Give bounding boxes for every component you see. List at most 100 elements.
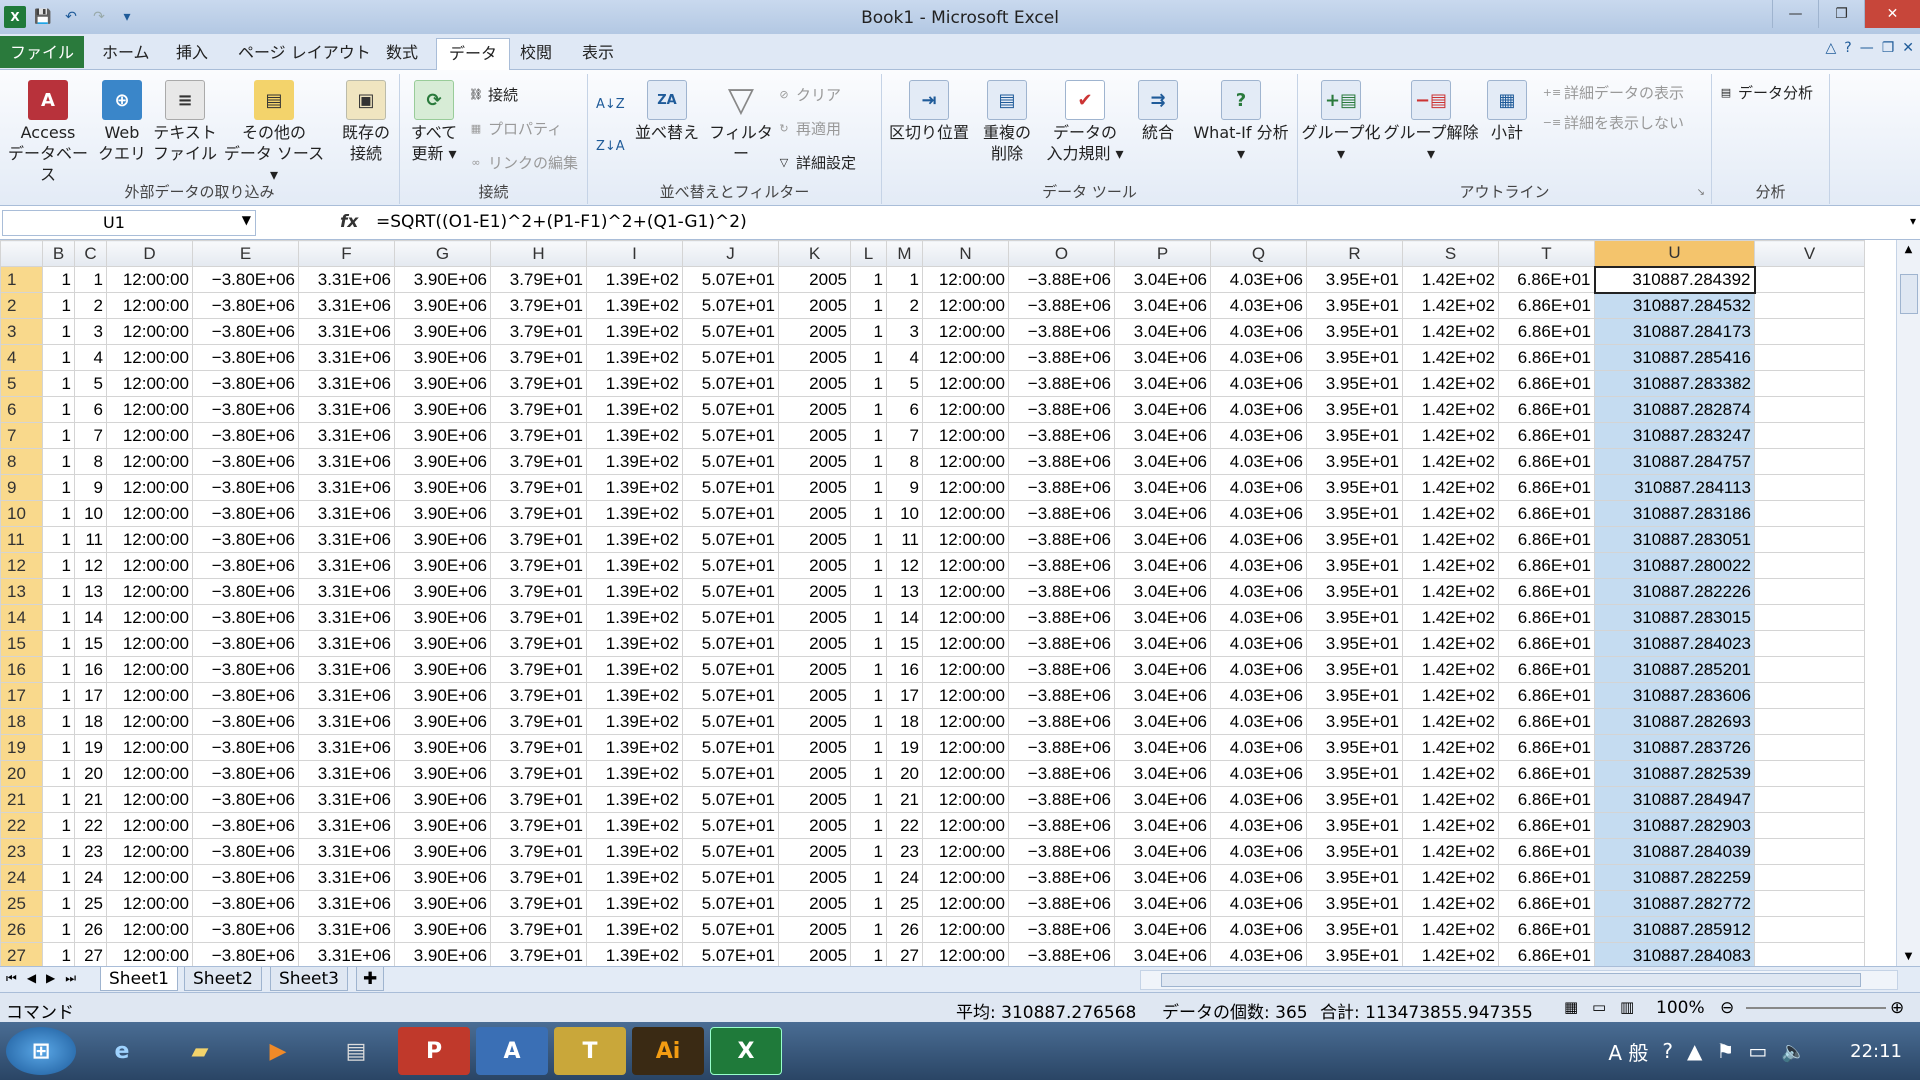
cell[interactable]: 3.04E+06: [1114, 838, 1211, 865]
sort-asc-button[interactable]: A↓Z: [596, 92, 625, 116]
cell[interactable]: −3.88E+06: [1008, 864, 1115, 891]
cell[interactable]: 1: [850, 864, 887, 891]
cell[interactable]: 1: [42, 916, 75, 943]
cell[interactable]: 20: [886, 760, 923, 787]
cell[interactable]: 12:00:00: [922, 422, 1009, 449]
cell[interactable]: −3.80E+06: [192, 552, 299, 579]
cell[interactable]: 3.95E+01: [1306, 942, 1403, 966]
cell[interactable]: 1: [42, 266, 75, 293]
cell[interactable]: 310887.284023: [1594, 630, 1755, 657]
cell[interactable]: [1754, 708, 1865, 735]
cell[interactable]: 12:00:00: [922, 708, 1009, 735]
cell[interactable]: 3.90E+06: [394, 370, 491, 397]
cell[interactable]: [1754, 500, 1865, 527]
tab-page-layout[interactable]: ページ レイアウト: [226, 38, 383, 70]
cell[interactable]: 310887.282772: [1594, 890, 1755, 917]
cell[interactable]: 2005: [778, 916, 851, 943]
data-validation-button[interactable]: ✔ データの 入力規則 ▾: [1040, 76, 1130, 164]
cell[interactable]: 15: [74, 630, 107, 657]
cell[interactable]: 310887.284532: [1594, 292, 1755, 319]
cell[interactable]: 1.39E+02: [586, 760, 683, 787]
start-button[interactable]: ⊞: [6, 1027, 76, 1075]
cell[interactable]: 310887.283606: [1594, 682, 1755, 709]
cell[interactable]: 1.42E+02: [1402, 370, 1499, 397]
cell[interactable]: 1.42E+02: [1402, 318, 1499, 345]
cell[interactable]: 12: [74, 552, 107, 579]
cell[interactable]: 3.95E+01: [1306, 864, 1403, 891]
cell[interactable]: 11: [886, 526, 923, 553]
cell[interactable]: 3.90E+06: [394, 838, 491, 865]
column-header[interactable]: E: [192, 240, 299, 267]
cell[interactable]: 13: [886, 578, 923, 605]
clock-time[interactable]: 22:11: [1850, 1041, 1902, 1062]
cell[interactable]: 5.07E+01: [682, 552, 779, 579]
row-header[interactable]: 2: [0, 292, 43, 319]
cell[interactable]: 6.86E+01: [1498, 630, 1595, 657]
cell[interactable]: 6: [74, 396, 107, 423]
cell[interactable]: −3.88E+06: [1008, 318, 1115, 345]
filter-button[interactable]: ▽ フィルター: [702, 76, 780, 164]
column-header[interactable]: B: [42, 240, 75, 267]
cell[interactable]: 12:00:00: [922, 916, 1009, 943]
cell[interactable]: 3.95E+01: [1306, 682, 1403, 709]
cell[interactable]: 3.79E+01: [490, 344, 587, 371]
cell[interactable]: 12:00:00: [922, 552, 1009, 579]
cell[interactable]: 3.04E+06: [1114, 526, 1211, 553]
cell[interactable]: 27: [886, 942, 923, 966]
cell[interactable]: 2: [886, 292, 923, 319]
row-header[interactable]: 10: [0, 500, 43, 527]
cell[interactable]: 3.90E+06: [394, 630, 491, 657]
cell[interactable]: 3.90E+06: [394, 708, 491, 735]
cell[interactable]: 12:00:00: [922, 838, 1009, 865]
active-cell[interactable]: 310887.284392: [1593, 265, 1756, 294]
cell[interactable]: 3.31E+06: [298, 318, 395, 345]
cell[interactable]: 1: [42, 318, 75, 345]
column-header[interactable]: V: [1754, 240, 1865, 267]
cell[interactable]: 1: [74, 266, 107, 293]
select-all-corner[interactable]: [0, 240, 43, 267]
cell[interactable]: 4.03E+06: [1210, 942, 1307, 966]
scanner-taskbar-icon[interactable]: ▤: [320, 1027, 392, 1075]
cell[interactable]: 12:00:00: [106, 578, 193, 605]
cell[interactable]: 4.03E+06: [1210, 786, 1307, 813]
cell[interactable]: −3.88E+06: [1008, 708, 1115, 735]
cell[interactable]: 1.39E+02: [586, 812, 683, 839]
cell[interactable]: 17: [886, 682, 923, 709]
cell[interactable]: 12:00:00: [922, 500, 1009, 527]
cell[interactable]: 6.86E+01: [1498, 292, 1595, 319]
doc-restore-icon[interactable]: ❐: [1882, 40, 1895, 56]
cell[interactable]: 1.42E+02: [1402, 708, 1499, 735]
cell[interactable]: 23: [886, 838, 923, 865]
cell[interactable]: 3.79E+01: [490, 734, 587, 761]
cell[interactable]: 3.04E+06: [1114, 474, 1211, 501]
cell[interactable]: 6.86E+01: [1498, 318, 1595, 345]
cell[interactable]: 5.07E+01: [682, 890, 779, 917]
cell[interactable]: 1.39E+02: [586, 500, 683, 527]
cell[interactable]: 2005: [778, 838, 851, 865]
cell[interactable]: 3.95E+01: [1306, 708, 1403, 735]
maximize-button[interactable]: ❐: [1818, 0, 1864, 28]
existing-connections-button[interactable]: ▣ 既存の 接続: [336, 76, 396, 164]
cell[interactable]: 3.90E+06: [394, 760, 491, 787]
cell[interactable]: 3.90E+06: [394, 864, 491, 891]
cell[interactable]: 1: [850, 656, 887, 683]
cell[interactable]: 5.07E+01: [682, 318, 779, 345]
cell[interactable]: [1754, 656, 1865, 683]
cell[interactable]: 1.42E+02: [1402, 786, 1499, 813]
cell[interactable]: 6.86E+01: [1498, 526, 1595, 553]
cell[interactable]: 3.79E+01: [490, 812, 587, 839]
cell[interactable]: 3.04E+06: [1114, 656, 1211, 683]
cell[interactable]: 6.86E+01: [1498, 760, 1595, 787]
sheet-tab-1[interactable]: Sheet1: [100, 967, 178, 991]
cell[interactable]: 6.86E+01: [1498, 656, 1595, 683]
cell[interactable]: 1.42E+02: [1402, 760, 1499, 787]
cell[interactable]: 2005: [778, 604, 851, 631]
cell[interactable]: 1.39E+02: [586, 552, 683, 579]
cell[interactable]: −3.80E+06: [192, 604, 299, 631]
cell[interactable]: −3.88E+06: [1008, 396, 1115, 423]
cell[interactable]: 3.04E+06: [1114, 344, 1211, 371]
row-header[interactable]: 14: [0, 604, 43, 631]
cell[interactable]: −3.80E+06: [192, 656, 299, 683]
cell[interactable]: 12:00:00: [106, 630, 193, 657]
cell[interactable]: 4.03E+06: [1210, 682, 1307, 709]
